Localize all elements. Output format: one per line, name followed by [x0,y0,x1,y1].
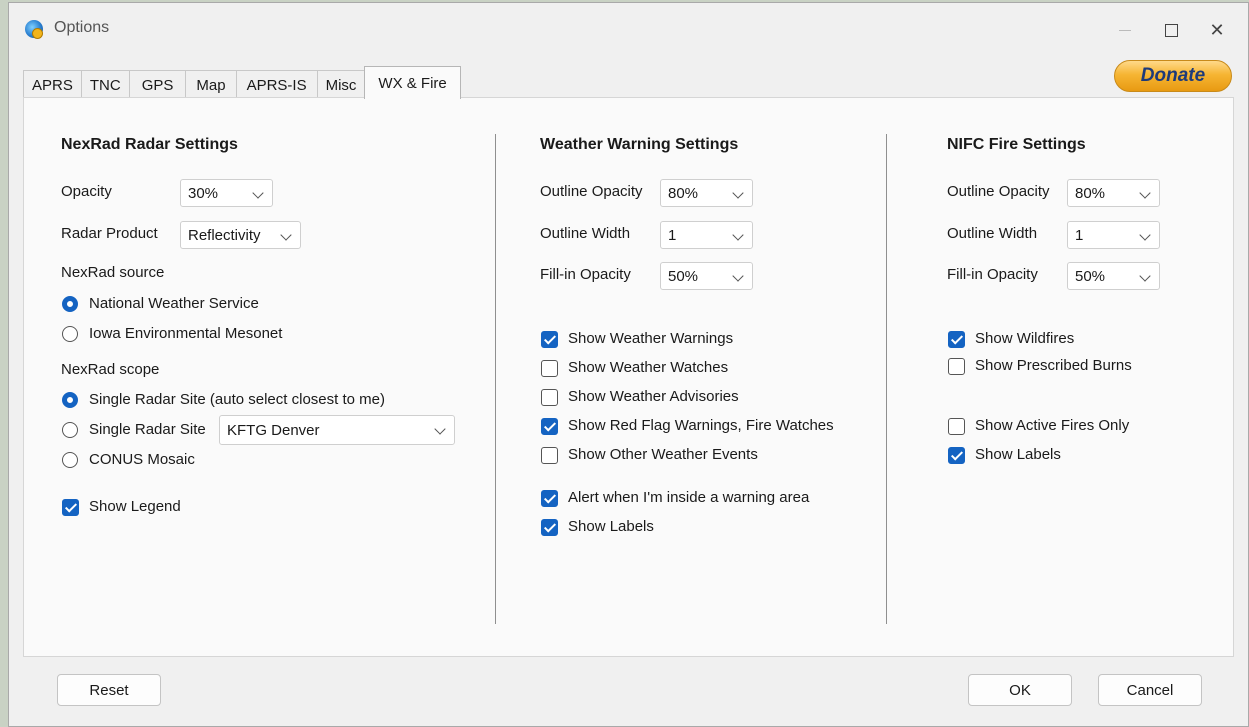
weather-heading: Weather Warning Settings [540,136,739,153]
chevron-down-icon [280,229,292,241]
scope-conus-label[interactable]: CONUS Mosaic [89,451,195,468]
tab-aprs[interactable]: APRS [23,70,82,99]
wx-labels-label[interactable]: Show Labels [568,518,654,535]
wx-fire-panel: NexRad Radar Settings Opacity 30% Radar … [23,97,1234,657]
tab-gps[interactable]: GPS [128,70,187,99]
scope-site-label[interactable]: Single Radar Site [89,421,206,438]
title-bar: Options ✕ [9,3,1248,53]
wx-fill-opacity-select[interactable]: 50% [660,262,753,290]
wx-advisories-checkbox[interactable] [541,389,558,406]
wx-redflag-label[interactable]: Show Red Flag Warnings, Fire Watches [568,417,834,434]
show-legend-checkbox[interactable] [62,499,79,516]
fire-fill-opacity-value: 50% [1075,267,1106,285]
wx-warnings-checkbox[interactable] [541,331,558,348]
chevron-down-icon [732,229,744,241]
fire-heading: NIFC Fire Settings [947,136,1086,153]
fire-active-only-checkbox[interactable] [948,418,965,435]
wx-warnings-label[interactable]: Show Weather Warnings [568,330,733,347]
wx-advisories-label[interactable]: Show Weather Advisories [568,388,739,405]
wx-labels-checkbox[interactable] [541,519,558,536]
wx-outline-width-label: Outline Width [540,225,631,242]
column-divider [495,134,496,624]
cancel-button[interactable]: Cancel [1098,674,1202,706]
fire-outline-width-label: Outline Width [947,225,1038,242]
minimize-icon [1119,29,1131,31]
wx-alert-label[interactable]: Alert when I'm inside a warning area [568,489,809,506]
chevron-down-icon [252,187,264,199]
source-iem-radio[interactable] [62,326,78,342]
radar-opacity-select[interactable]: 30% [180,179,273,207]
maximize-button[interactable] [1148,13,1194,47]
source-nws-label[interactable]: National Weather Service [89,295,259,312]
chevron-down-icon [1139,187,1151,199]
wx-fill-opacity-label: Fill-in Opacity [540,266,631,283]
nexrad-scope-label: NexRad scope [61,361,160,378]
radar-product-label: Radar Product [61,225,158,242]
fire-prescribed-checkbox[interactable] [948,358,965,375]
nexrad-heading: NexRad Radar Settings [61,136,238,153]
fire-wildfires-label[interactable]: Show Wildfires [975,330,1074,347]
wx-outline-opacity-value: 80% [668,184,699,202]
close-icon: ✕ [1209,19,1225,40]
column-divider [886,134,887,624]
fire-outline-opacity-value: 80% [1075,184,1106,202]
chevron-down-icon [1139,229,1151,241]
wx-outline-opacity-select[interactable]: 80% [660,179,753,207]
radar-site-select[interactable]: KFTG Denver [219,415,455,445]
minimize-button[interactable] [1102,13,1148,47]
wx-watches-label[interactable]: Show Weather Watches [568,359,728,376]
show-legend-label[interactable]: Show Legend [89,498,181,515]
scope-conus-radio[interactable] [62,452,78,468]
maximize-icon [1164,23,1178,37]
tab-strip: APRS TNC GPS Map APRS-IS Misc WX & Fire [23,66,461,99]
fire-fill-opacity-select[interactable]: 50% [1067,262,1160,290]
radar-opacity-value: 30% [188,184,219,202]
reset-button[interactable]: Reset [57,674,161,706]
ok-button[interactable]: OK [968,674,1072,706]
tab-tnc[interactable]: TNC [80,70,130,99]
fire-wildfires-checkbox[interactable] [948,331,965,348]
scope-auto-radio[interactable] [62,392,78,408]
tab-aprs-is[interactable]: APRS-IS [235,70,318,99]
wx-fill-opacity-value: 50% [668,267,699,285]
wx-outline-opacity-label: Outline Opacity [540,183,643,200]
globe-icon [25,20,43,39]
wx-alert-checkbox[interactable] [541,490,558,507]
chevron-down-icon [732,187,744,199]
scope-site-radio[interactable] [62,422,78,438]
fire-prescribed-label[interactable]: Show Prescribed Burns [975,357,1132,374]
source-iem-label[interactable]: Iowa Environmental Mesonet [89,325,282,342]
opacity-label: Opacity [61,183,112,200]
chevron-down-icon [732,270,744,282]
chevron-down-icon [434,423,446,435]
fire-outline-width-select[interactable]: 1 [1067,221,1160,249]
radar-product-select[interactable]: Reflectivity [180,221,301,249]
fire-outline-opacity-select[interactable]: 80% [1067,179,1160,207]
chevron-down-icon [1139,270,1151,282]
fire-labels-checkbox[interactable] [948,447,965,464]
window-title: Options [54,19,110,36]
donate-button[interactable]: Donate [1114,60,1232,92]
radar-site-value: KFTG Denver [227,421,320,439]
radar-product-value: Reflectivity [188,226,261,244]
wx-outline-width-value: 1 [668,226,677,244]
fire-active-only-label[interactable]: Show Active Fires Only [975,417,1129,434]
tab-misc[interactable]: Misc [316,70,366,99]
wx-watches-checkbox[interactable] [541,360,558,377]
wx-other-checkbox[interactable] [541,447,558,464]
nexrad-source-label: NexRad source [61,264,165,281]
tab-map[interactable]: Map [185,70,237,99]
wx-other-label[interactable]: Show Other Weather Events [568,446,758,463]
fire-outline-opacity-label: Outline Opacity [947,183,1050,200]
wx-outline-width-select[interactable]: 1 [660,221,753,249]
source-nws-radio[interactable] [62,296,78,312]
fire-fill-opacity-label: Fill-in Opacity [947,266,1038,283]
fire-outline-width-value: 1 [1075,226,1084,244]
close-button[interactable]: ✕ [1194,13,1240,47]
options-window: Options ✕ APRS TNC GPS Map APRS-IS Misc … [8,2,1249,727]
scope-auto-label[interactable]: Single Radar Site (auto select closest t… [89,391,385,408]
tab-wx-fire[interactable]: WX & Fire [364,66,461,99]
fire-labels-label[interactable]: Show Labels [975,446,1061,463]
wx-redflag-checkbox[interactable] [541,418,558,435]
